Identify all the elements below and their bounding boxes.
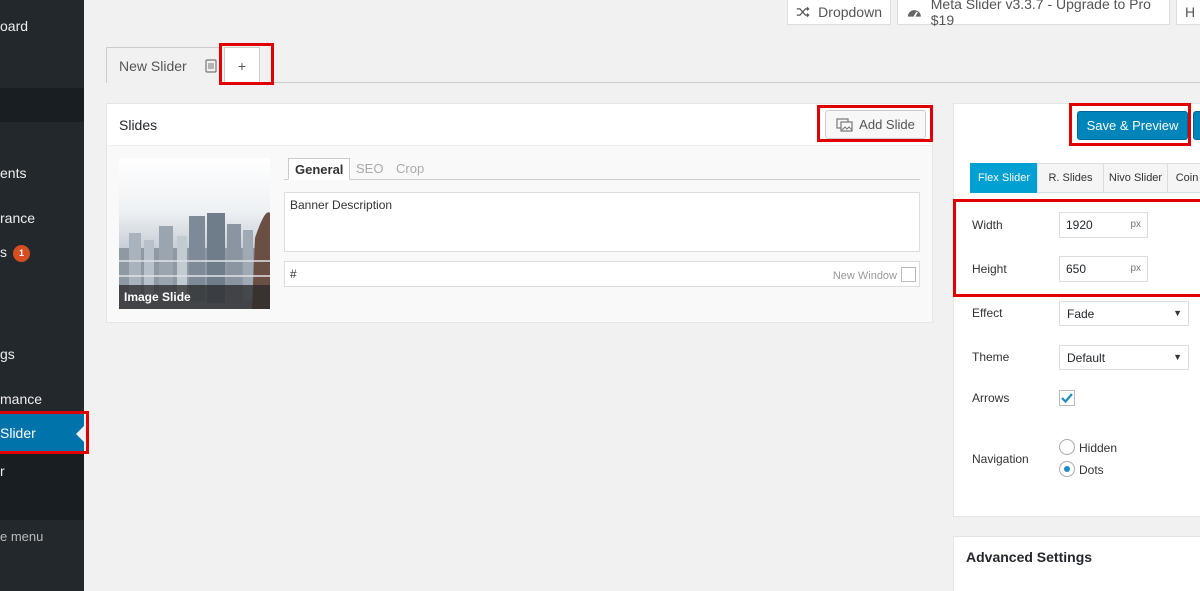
- highlight-box-sidebar: [0, 411, 89, 454]
- dropdown-button[interactable]: Dropdown: [787, 0, 891, 25]
- new-window-checkbox[interactable]: [901, 267, 916, 282]
- chevron-down-icon: ▼: [1173, 352, 1182, 362]
- subtab-general[interactable]: General: [288, 158, 351, 180]
- slides-title: Slides: [119, 117, 158, 133]
- save-button[interactable]: [1193, 111, 1200, 140]
- highlight-box-add-slide: [817, 105, 933, 142]
- highlight-box-add-tab: [219, 43, 274, 85]
- navigation-dots-label: Dots: [1079, 463, 1104, 477]
- navigation-hidden-radio[interactable]: [1059, 439, 1075, 455]
- tab-flex-slider[interactable]: Flex Slider: [970, 163, 1038, 193]
- slides-panel-header: Slides Add Slide: [107, 104, 932, 146]
- slide-subtabs: General SEO Crop: [284, 158, 920, 180]
- effect-label: Effect: [972, 306, 1003, 320]
- arrows-checkbox[interactable]: [1059, 390, 1075, 406]
- advanced-settings-title: Advanced Settings: [966, 549, 1093, 565]
- slide-row: Image Slide General SEO Crop Banner Desc…: [107, 146, 932, 322]
- subtab-crop[interactable]: Crop: [390, 158, 430, 180]
- admin-sidebar: oard ents rance s1 gs mance Slider r e m…: [0, 0, 84, 591]
- highlight-box-save-preview: [1069, 103, 1191, 146]
- sidebar-item-appearance[interactable]: rance: [0, 210, 35, 226]
- sidebar-item-settings[interactable]: gs: [0, 346, 15, 362]
- caption-textarea[interactable]: Banner Description: [284, 192, 920, 252]
- tab-nivo-slider[interactable]: Nivo Slider: [1103, 163, 1168, 193]
- tab-new-slider[interactable]: New Slider: [106, 47, 222, 83]
- sidebar-item-comments[interactable]: ents: [0, 165, 26, 181]
- help-button[interactable]: H: [1176, 0, 1200, 25]
- tab-r-slides[interactable]: R. Slides: [1037, 163, 1104, 193]
- shuffle-icon: [796, 6, 810, 18]
- theme-label: Theme: [972, 350, 1010, 364]
- highlight-box-dimensions: [953, 199, 1200, 297]
- theme-select[interactable]: Default ▼: [1059, 345, 1189, 370]
- chevron-down-icon: ▼: [1173, 308, 1182, 318]
- sidebar-item-submenu[interactable]: r: [0, 463, 5, 479]
- gauge-icon: [907, 10, 921, 18]
- sidebar-item-plugins[interactable]: s1: [0, 244, 30, 262]
- trash-icon[interactable]: [205, 58, 217, 73]
- arrows-label: Arrows: [972, 391, 1010, 405]
- slides-panel: Slides Add Slide Image Slide General SEO…: [106, 103, 933, 323]
- collapse-menu-button[interactable]: e menu: [0, 529, 43, 544]
- advanced-settings-panel[interactable]: Advanced Settings: [953, 536, 1200, 591]
- tab-coin-slider[interactable]: Coin: [1167, 163, 1200, 193]
- navigation-hidden-label: Hidden: [1079, 441, 1118, 455]
- slide-thumbnail[interactable]: Image Slide: [119, 158, 270, 309]
- url-input[interactable]: # New Window: [284, 261, 920, 287]
- sidebar-item-dashboard[interactable]: oard: [0, 18, 28, 34]
- update-count-badge: 1: [13, 245, 30, 262]
- new-window-label: New Window: [832, 270, 897, 282]
- sidebar-item-performance[interactable]: mance: [0, 391, 42, 407]
- upgrade-button[interactable]: Meta Slider v3.3.7 - Upgrade to Pro $19: [897, 0, 1170, 28]
- checkmark-icon: [1061, 393, 1073, 404]
- sidebar-submenu-dark: [0, 88, 84, 122]
- subtab-seo[interactable]: SEO: [350, 158, 389, 180]
- navigation-label: Navigation: [972, 452, 1029, 466]
- sidebar-submenu-dark-2: [0, 452, 84, 520]
- navigation-dots-radio[interactable]: [1059, 461, 1075, 477]
- slide-type-caption: Image Slide: [119, 285, 270, 309]
- effect-select[interactable]: Fade ▼: [1059, 301, 1189, 326]
